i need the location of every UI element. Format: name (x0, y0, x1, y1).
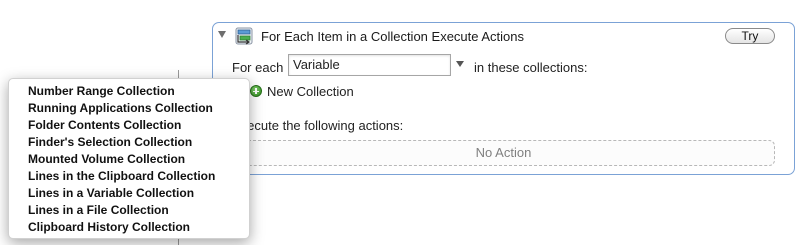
in-collections-label: in these collections: (474, 60, 588, 75)
disclosure-triangle-icon[interactable] (218, 31, 226, 38)
menu-item-folder-contents[interactable]: Folder Contents Collection (9, 117, 249, 134)
menu-item-finders-selection[interactable]: Finder's Selection Collection (9, 134, 249, 151)
no-action-drop-area[interactable]: No Action (232, 140, 775, 166)
dropdown-arrow-icon[interactable] (456, 61, 464, 67)
menu-item-running-applications[interactable]: Running Applications Collection (9, 100, 249, 117)
menu-item-lines-in-clipboard[interactable]: Lines in the Clipboard Collection (9, 168, 249, 185)
for-each-action-panel: For Each Item in a Collection Execute Ac… (212, 22, 795, 175)
try-button[interactable]: Try (725, 28, 775, 44)
action-header: For Each Item in a Collection Execute Ac… (213, 23, 794, 49)
action-title: For Each Item in a Collection Execute Ac… (261, 29, 525, 44)
execute-actions-label: Execute the following actions: (232, 118, 404, 133)
menu-item-lines-in-variable[interactable]: Lines in a Variable Collection (9, 185, 249, 202)
menu-item-lines-in-file[interactable]: Lines in a File Collection (9, 202, 249, 219)
for-each-label: For each (232, 60, 284, 75)
action-loop-icon (235, 27, 253, 45)
menu-item-clipboard-history[interactable]: Clipboard History Collection (9, 219, 249, 236)
plus-icon[interactable] (250, 85, 262, 97)
collection-type-menu: Number Range Collection Running Applicat… (8, 78, 250, 239)
menu-item-mounted-volume[interactable]: Mounted Volume Collection (9, 151, 249, 168)
new-collection-label: New Collection (267, 84, 354, 99)
variable-name-field[interactable]: Variable (288, 54, 451, 76)
menu-item-number-range[interactable]: Number Range Collection (9, 83, 249, 100)
